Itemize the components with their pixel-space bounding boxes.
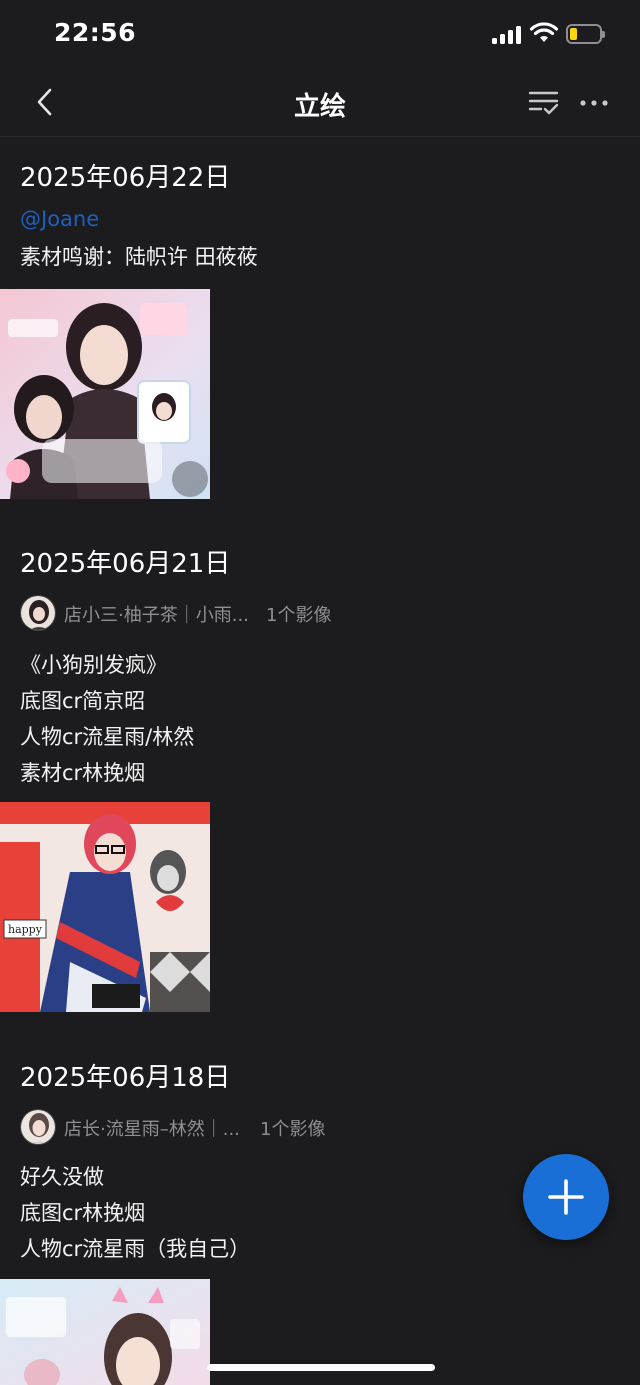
entry-text-line: 人物cr流星雨（我自己）: [20, 1237, 251, 1261]
author-row[interactable]: 店长·流星雨–林然｜... 1个影像: [20, 1109, 620, 1147]
entry-text-line: 《小狗别发疯》: [20, 653, 167, 677]
media-count: 1个影像: [260, 1119, 326, 1140]
entry-image[interactable]: [0, 1279, 210, 1385]
entry-image[interactable]: [0, 289, 210, 499]
wifi-icon: [530, 22, 558, 42]
author-name[interactable]: 店小三·柚子茶｜小雨...: [64, 601, 249, 627]
author-row[interactable]: 店小三·柚子茶｜小雨... 1个影像: [20, 595, 620, 633]
entry-text-line: 底图cr林挽烟: [20, 1201, 146, 1225]
user-mention-link[interactable]: @Joane: [20, 207, 99, 231]
add-button[interactable]: [523, 1154, 609, 1240]
nav-bar: 立绘: [0, 70, 640, 137]
list-check-icon[interactable]: [528, 88, 560, 118]
entry-text-line: 素材鸣谢：陆帜许 田莜莜: [20, 245, 258, 269]
cellular-signal-icon: [492, 26, 522, 44]
entry-date: 2025年06月21日: [20, 549, 231, 579]
battery-icon: [566, 24, 605, 44]
entry-text-line: 人物cr流星雨/林然: [20, 725, 195, 749]
avatar[interactable]: [20, 1109, 56, 1145]
battery-level: [570, 28, 577, 40]
media-count: 1个影像: [266, 605, 332, 626]
avatar[interactable]: [20, 595, 56, 631]
entry-text-line: 底图cr简京昭: [20, 689, 146, 713]
entry-date: 2025年06月22日: [20, 163, 231, 193]
art-text-happy: happy: [8, 923, 43, 936]
more-horizontal-icon[interactable]: [578, 88, 610, 118]
plus-icon: [548, 1179, 584, 1215]
entry-date: 2025年06月18日: [20, 1063, 231, 1093]
entry-image[interactable]: happy: [0, 802, 210, 1012]
home-indicator[interactable]: [207, 1364, 435, 1371]
entry-text-line: 素材cr林挽烟: [20, 761, 146, 785]
entry-text-line: 好久没做: [20, 1165, 104, 1189]
status-time: 22:56: [54, 18, 137, 47]
status-bar: 22:56: [0, 0, 640, 70]
author-name[interactable]: 店长·流星雨–林然｜...: [64, 1115, 240, 1141]
